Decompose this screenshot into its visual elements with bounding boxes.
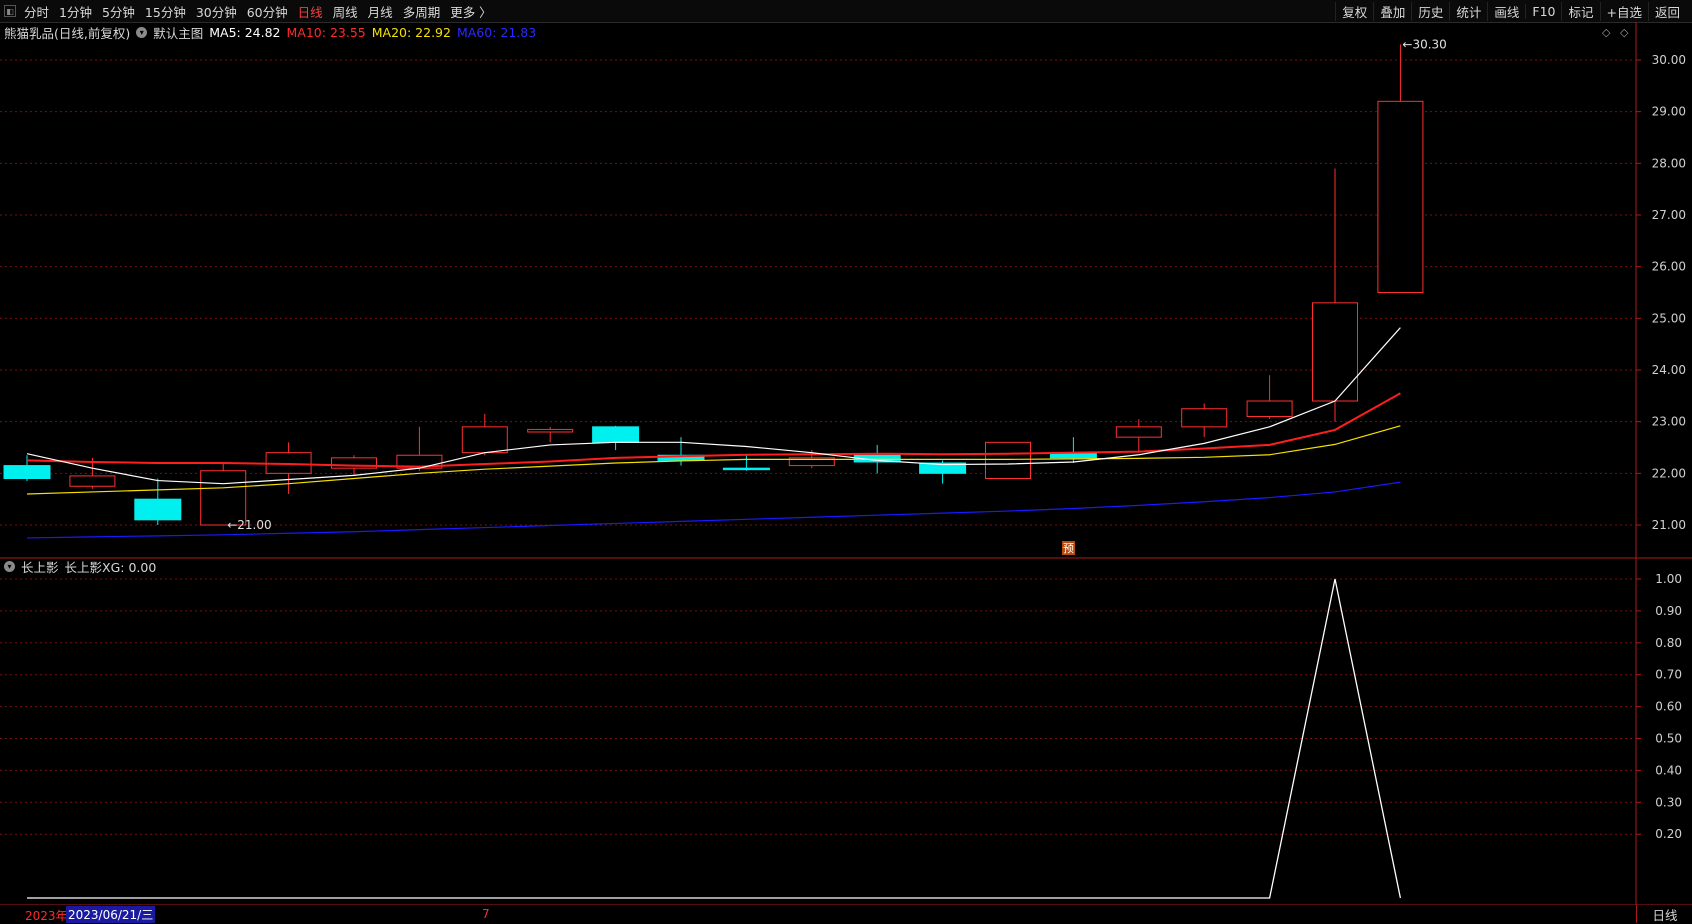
high-annotation: ←30.30 bbox=[1402, 38, 1446, 52]
low-annotation: ←21.00 bbox=[227, 518, 271, 532]
candle-body-up bbox=[461, 426, 508, 454]
candle-body-up bbox=[1377, 100, 1424, 294]
main-tick-label: 22.00 bbox=[1652, 466, 1686, 480]
main-tick-label: 29.00 bbox=[1652, 105, 1686, 119]
forecast-marker: 预 bbox=[1063, 542, 1074, 555]
candle-body-down bbox=[722, 467, 770, 471]
candle-body-up bbox=[527, 428, 574, 433]
sub-tick-label: 0.70 bbox=[1655, 668, 1682, 682]
candle-body-up bbox=[985, 441, 1031, 480]
candle-body-down bbox=[3, 465, 51, 480]
period-indicator[interactable]: 日线 bbox=[1636, 905, 1692, 923]
main-tick-label: 28.00 bbox=[1652, 156, 1686, 170]
ma10-line bbox=[26, 392, 1401, 468]
sub-tick-label: 0.80 bbox=[1655, 636, 1682, 650]
candle-body-down bbox=[134, 498, 182, 521]
sub-tick-label: 0.40 bbox=[1655, 763, 1682, 777]
main-tick-label: 21.00 bbox=[1652, 518, 1686, 532]
candle-body-up bbox=[1181, 408, 1228, 428]
date-axis: 2023年 2023/06/21/三 7 bbox=[0, 905, 1692, 923]
xg-signal-line bbox=[27, 578, 1402, 899]
main-tick-label: 27.00 bbox=[1652, 208, 1686, 222]
main-tick-label: 26.00 bbox=[1652, 260, 1686, 274]
candle-body-down bbox=[592, 426, 640, 443]
sub-tick-label: 0.50 bbox=[1655, 732, 1682, 746]
main-tick-label: 30.00 bbox=[1652, 53, 1686, 67]
sub-tick-label: 0.60 bbox=[1655, 700, 1682, 714]
candle-body-up bbox=[1115, 426, 1162, 438]
month-label: 7 bbox=[482, 907, 490, 921]
sub-tick-label: 0.30 bbox=[1655, 795, 1682, 809]
sub-tick-label: 1.00 bbox=[1655, 572, 1682, 586]
candle-body-up bbox=[200, 470, 247, 526]
year-label: 2023年 bbox=[25, 909, 68, 923]
candle-body-up bbox=[1312, 302, 1358, 402]
main-tick-label: 24.00 bbox=[1652, 363, 1686, 377]
kline-chart[interactable]: 30.00 29.00 28.00 27.00 26.00 25.00 24.00 23.00… bbox=[0, 0, 1692, 905]
candle-body-up bbox=[69, 475, 116, 487]
main-tick-label: 25.00 bbox=[1652, 311, 1686, 325]
sub-tick-label: 0.20 bbox=[1655, 827, 1682, 841]
candle-body-up bbox=[1246, 400, 1293, 417]
sub-tick-label: 0.90 bbox=[1655, 604, 1682, 618]
cursor-date: 2023/06/21/三 bbox=[66, 906, 156, 923]
main-tick-label: 23.00 bbox=[1652, 415, 1686, 429]
